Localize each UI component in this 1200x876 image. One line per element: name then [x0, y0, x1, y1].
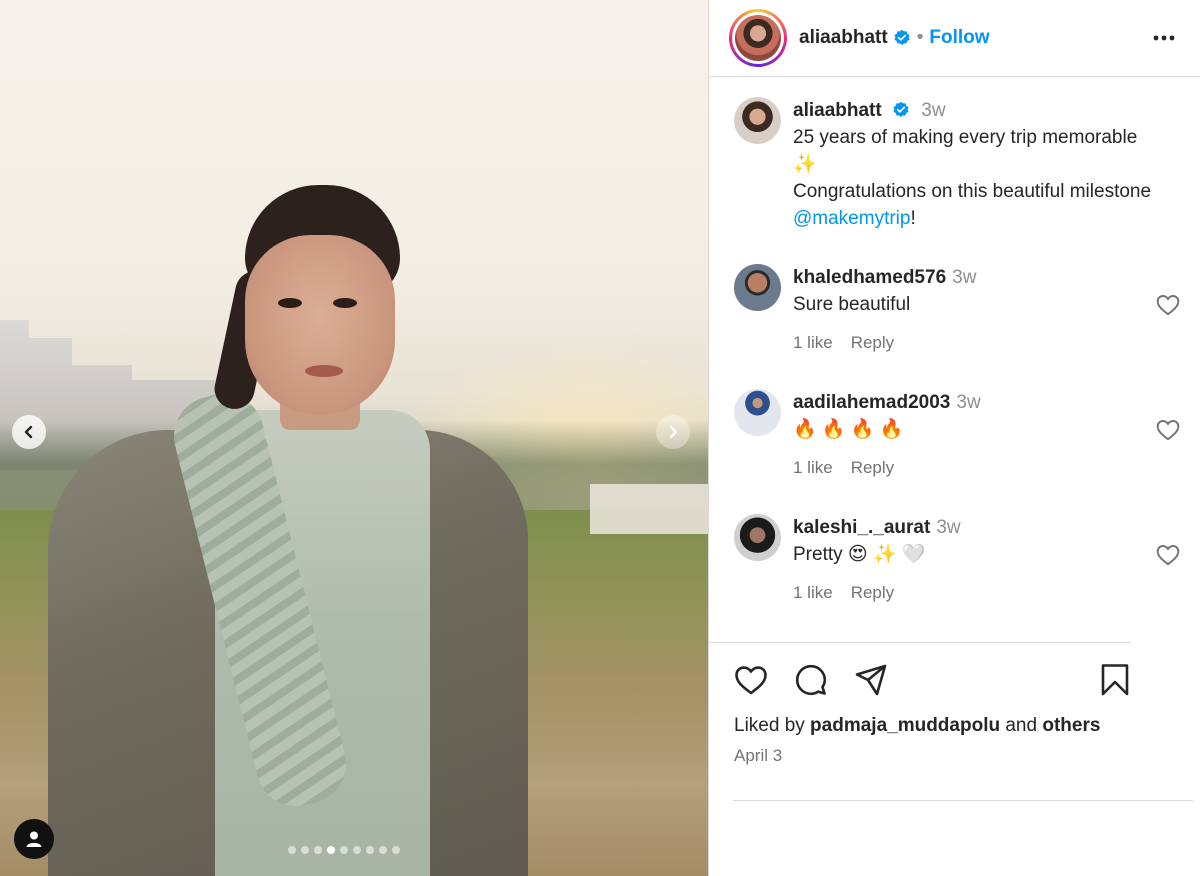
caption-emoji: ✨ — [793, 154, 817, 175]
comment-likes-count[interactable]: 1 like — [793, 458, 833, 477]
post-caption: aliaabhatt 3w 25 years of making every t… — [734, 97, 1184, 232]
caption-line-2-text: Congratulations on this beautiful milest… — [793, 181, 1152, 202]
post-actions-bar — [733, 662, 1133, 704]
post-photo[interactable] — [0, 0, 708, 876]
avatar — [735, 15, 781, 61]
person-figure — [40, 180, 540, 876]
liked-by-user[interactable]: padmaja_muddapolu — [810, 715, 1000, 736]
comment-avatar[interactable] — [734, 389, 781, 436]
comments-section[interactable]: aliaabhatt 3w 25 years of making every t… — [709, 77, 1200, 642]
liked-by-others-link[interactable]: others — [1042, 715, 1100, 736]
comment-time: 3w — [956, 392, 981, 413]
face — [245, 235, 395, 415]
post-header: aliaabhatt • Follow — [709, 0, 1200, 77]
heart-icon[interactable] — [1155, 292, 1181, 318]
verified-badge-icon — [893, 101, 909, 118]
caption-time: 3w — [921, 100, 946, 121]
divider — [709, 642, 1131, 643]
story-ring[interactable] — [729, 9, 787, 67]
caption-mention-link[interactable]: @makemytrip — [793, 208, 910, 229]
heart-icon[interactable] — [1155, 417, 1181, 443]
carousel-prev-button[interactable] — [12, 415, 46, 449]
header-separator: • — [916, 27, 924, 48]
carousel-dot — [392, 846, 400, 854]
carousel-dot — [366, 846, 374, 854]
comment-username[interactable]: khaledhamed576 — [793, 267, 946, 288]
heart-icon[interactable] — [1155, 542, 1181, 568]
heart-icon[interactable] — [733, 662, 769, 698]
follow-button[interactable]: Follow — [929, 27, 989, 49]
chevron-right-icon — [669, 425, 678, 439]
comment-icon[interactable] — [793, 662, 829, 698]
comment-time: 3w — [952, 267, 977, 288]
carousel-dots — [288, 846, 400, 854]
comment-item: aadilahemad2003 3w 🔥 🔥 🔥 🔥 1 like Reply — [734, 389, 1184, 478]
post-side-panel: aliaabhatt • Follow aliaabhatt 3w 25 yea… — [708, 0, 1200, 876]
left-eye — [278, 298, 302, 308]
carousel-dot — [379, 846, 387, 854]
post-date[interactable]: April 3 — [734, 746, 782, 766]
comment-text: 🔥 🔥 🔥 🔥 — [793, 419, 904, 440]
comment-avatar[interactable] — [734, 514, 781, 561]
likes-summary: Liked by padmaja_muddapolu and others — [734, 715, 1100, 737]
comment-username[interactable]: aadilahemad2003 — [793, 392, 950, 413]
right-eye — [333, 298, 357, 308]
carousel-dot — [301, 846, 309, 854]
comment-reply-button[interactable]: Reply — [851, 583, 894, 602]
caption-end: ! — [910, 208, 916, 229]
comment-avatar[interactable] — [734, 264, 781, 311]
more-options-icon[interactable] — [1150, 24, 1178, 52]
avatar — [734, 97, 781, 144]
comment-item: khaledhamed576 3w Sure beautiful 1 like Re… — [734, 264, 1184, 353]
carousel-next-button[interactable] — [656, 415, 690, 449]
carousel-dot — [314, 846, 322, 854]
user-tags-button[interactable] — [14, 819, 54, 859]
likes-middle: and — [1000, 715, 1043, 736]
likes-prefix: Liked by — [734, 715, 811, 736]
comment-time: 3w — [936, 517, 961, 538]
comment-reply-button[interactable]: Reply — [851, 458, 894, 477]
carousel-dot — [288, 846, 296, 854]
background-wall — [590, 484, 708, 534]
user-tag-icon — [26, 831, 42, 847]
verified-badge-icon — [894, 29, 910, 46]
carousel-dot — [353, 846, 361, 854]
comment-text: Pretty 😍 ✨ 🤍 — [793, 544, 926, 565]
comment-likes-count[interactable]: 1 like — [793, 333, 833, 352]
comment-likes-count[interactable]: 1 like — [793, 583, 833, 602]
comment-text: Sure beautiful — [793, 294, 911, 315]
comment-item: kaleshi_._aurat 3w Pretty 😍 ✨ 🤍 1 like Rep… — [734, 514, 1184, 603]
chevron-left-icon — [24, 425, 33, 439]
comment-reply-button[interactable]: Reply — [851, 333, 894, 352]
caption-username[interactable]: aliaabhatt — [793, 100, 882, 121]
carousel-dot — [327, 846, 335, 854]
divider — [733, 800, 1193, 801]
bookmark-icon[interactable] — [1097, 662, 1133, 698]
caption-avatar[interactable] — [734, 97, 781, 144]
lips — [305, 365, 343, 377]
caption-line-1: 25 years of making every trip memorable — [793, 127, 1138, 148]
carousel-dot — [340, 846, 348, 854]
comment-username[interactable]: kaleshi_._aurat — [793, 517, 930, 538]
header-username[interactable]: aliaabhatt — [799, 27, 888, 49]
share-icon[interactable] — [853, 662, 889, 698]
caption-line-2: Congratulations on this beautiful milest… — [793, 178, 1184, 232]
